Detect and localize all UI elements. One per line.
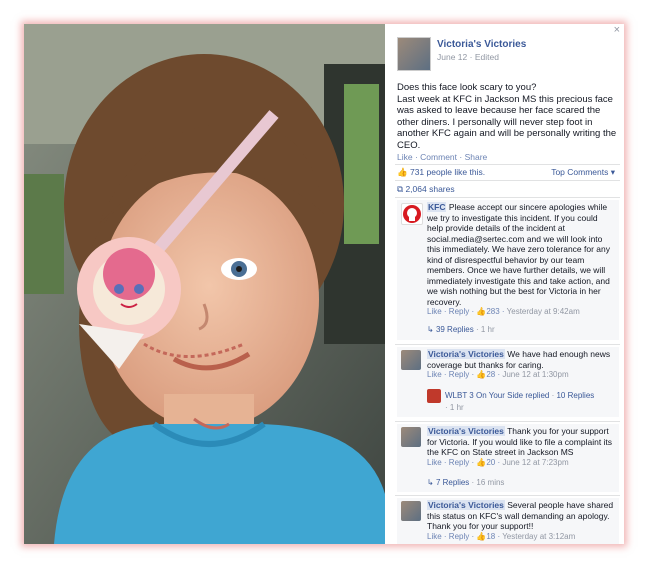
top-comments-label: Top Comments — [551, 167, 609, 177]
comment-reply-link[interactable]: Reply — [449, 532, 469, 541]
comment-reply-link[interactable]: Reply — [449, 307, 469, 316]
divider — [395, 180, 620, 181]
comment-meta: Like · Reply · 👍28 · June 12 at 1:30pm — [427, 370, 569, 379]
likes-count[interactable]: 731 people like this. — [410, 167, 485, 177]
comment-like-link[interactable]: Like — [427, 532, 442, 541]
comment-meta: Like · Reply · 👍18 · Yesterday at 3:12am — [427, 531, 576, 541]
shares-label: 2,064 shares — [405, 184, 455, 194]
divider — [395, 197, 620, 198]
author-name[interactable]: Victoria's Victories — [437, 39, 526, 50]
thumbs-up-icon: 👍 — [476, 457, 487, 467]
author-avatar[interactable] — [401, 427, 421, 447]
replies-link[interactable]: ↳ 39 Replies · 1 hr — [427, 324, 495, 335]
sub-reply-time-line: · 1 hr — [445, 402, 464, 413]
replies-time: 1 hr — [480, 325, 495, 334]
comment-text: Please accept our sincere apologies whil… — [427, 202, 610, 307]
sub-reply-author: WLBT 3 On Your Side replied — [445, 391, 550, 400]
comment-time[interactable]: Yesterday at 3:12am — [502, 532, 575, 541]
comment-time[interactable]: Yesterday at 9:42am — [507, 307, 580, 316]
comment-item: Victoria's Victories We have had enough … — [397, 347, 619, 417]
divider — [395, 421, 620, 422]
comment-link[interactable]: Comment — [420, 152, 457, 162]
thumbs-up-icon: 👍 — [476, 307, 487, 316]
replies-time: 16 mins — [476, 478, 505, 487]
post-meta: June 12 · Edited — [437, 52, 499, 63]
kfc-logo-icon — [403, 205, 421, 223]
comment-reply-link[interactable]: Reply — [449, 370, 469, 379]
sub-reply-line[interactable]: WLBT 3 On Your Side replied · 10 Replies — [445, 390, 594, 401]
author-avatar[interactable] — [401, 350, 421, 370]
comment-like-link[interactable]: Like — [427, 458, 442, 467]
replies-count: 7 Replies — [435, 478, 470, 487]
comment-body: KFC Please accept our sincere apologies … — [427, 202, 615, 318]
comment-reply-link[interactable]: Reply — [449, 458, 469, 467]
replies-count: 39 Replies — [435, 325, 474, 334]
comment-likes[interactable]: 18 — [486, 532, 495, 541]
comment-like-link[interactable]: Like — [427, 307, 442, 316]
comment-time[interactable]: June 12 at 1:30pm — [502, 370, 568, 379]
close-icon[interactable]: × — [614, 25, 620, 36]
comment-author[interactable]: Victoria's Victories — [427, 426, 505, 436]
author-avatar[interactable] — [401, 501, 421, 521]
comment-item: KFC Please accept our sincere apologies … — [397, 200, 619, 340]
post-photo[interactable] — [24, 24, 385, 544]
post-text: Does this face look scary to you? Last w… — [397, 82, 617, 151]
likes-bar: 👍 731 people like this. Top Comments ▾ — [397, 167, 615, 178]
post-header: Victoria's Victories June 12 · Edited — [397, 37, 526, 71]
comment-body: Victoria's Victories Several people have… — [427, 500, 615, 542]
comment-like-link[interactable]: Like — [427, 370, 442, 379]
comment-likes[interactable]: 283 — [486, 307, 499, 316]
divider — [395, 164, 620, 165]
thumbs-up-icon: 👍 — [476, 370, 487, 379]
comment-time[interactable]: June 12 at 7:23pm — [502, 458, 568, 467]
facebook-photo-viewer: × Victoria's Victories June 12 · Edited … — [24, 24, 624, 544]
share-link[interactable]: Share — [465, 152, 488, 162]
edited-label[interactable]: Edited — [475, 52, 499, 62]
divider — [395, 344, 620, 345]
comment-likes[interactable]: 20 — [486, 458, 495, 467]
child-photo-illustration — [24, 24, 385, 544]
comment-meta: Like · Reply · 👍20 · June 12 at 7:23pm — [427, 457, 569, 467]
sub-reply-time: 1 hr — [449, 403, 464, 412]
comment-body: Victoria's Victories Thank you for your … — [427, 426, 615, 468]
comment-body: Victoria's Victories We have had enough … — [427, 349, 615, 381]
shares-count[interactable]: ⧉ 2,064 shares — [397, 184, 455, 195]
comment-author[interactable]: Victoria's Victories — [427, 349, 505, 359]
comment-likes[interactable]: 28 — [486, 370, 495, 379]
top-comments-dropdown[interactable]: Top Comments ▾ — [551, 167, 615, 178]
thumbs-up-icon: 👍 — [476, 531, 487, 541]
wlbt-avatar[interactable] — [427, 389, 441, 403]
kfc-avatar[interactable] — [401, 203, 423, 225]
comment-item: Victoria's Victories Thank you for your … — [397, 424, 619, 492]
comment-author[interactable]: KFC — [427, 202, 447, 212]
comment-item: Victoria's Victories Several people have… — [397, 498, 619, 544]
post-date[interactable]: June 12 — [437, 52, 467, 62]
reply-arrow-icon: ↳ — [427, 478, 436, 487]
comment-author[interactable]: Victoria's Victories — [427, 500, 505, 510]
reply-arrow-icon: ↳ — [427, 325, 436, 334]
author-avatar[interactable] — [397, 37, 431, 71]
sub-replies-count: 10 Replies — [556, 391, 595, 400]
thumbs-up-icon: 👍 — [397, 167, 408, 177]
replies-link[interactable]: ↳ 7 Replies · 16 mins — [427, 477, 504, 488]
like-link[interactable]: Like — [397, 152, 413, 162]
divider — [395, 495, 620, 496]
post-actions: Like · Comment · Share — [397, 152, 487, 163]
post-panel: × Victoria's Victories June 12 · Edited … — [385, 24, 624, 544]
comment-meta: Like · Reply · 👍283 · Yesterday at 9:42a… — [427, 307, 580, 316]
share-icon: ⧉ — [397, 184, 404, 194]
